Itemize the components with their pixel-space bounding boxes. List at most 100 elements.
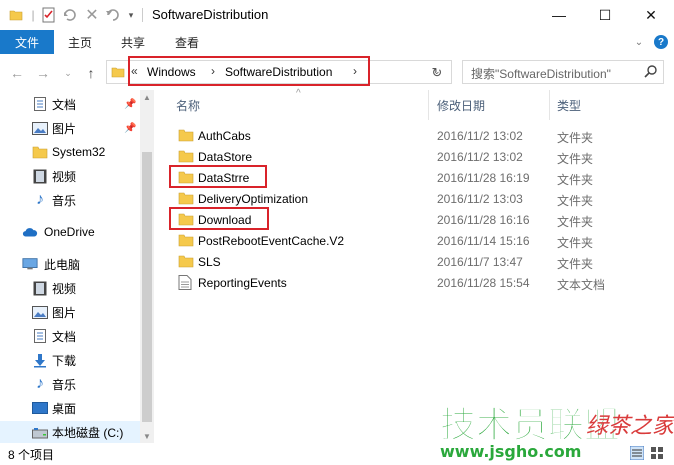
search-icon[interactable] [643,64,659,80]
nav-item-desktop[interactable]: 桌面 [0,397,140,419]
folder-icon [178,149,194,163]
tab-home[interactable]: 主页 [68,30,92,54]
breadcrumb-overflow[interactable]: « [131,64,138,78]
ribbon-expand-icon[interactable]: ⌄ [632,35,646,49]
properties-icon[interactable] [40,6,58,24]
search-box[interactable]: 搜索"SoftwareDistribution" [462,60,664,84]
download-icon [32,352,48,368]
sort-ascending-icon: ^ [296,88,301,99]
item-count: 8 个项目 [8,448,55,462]
breadcrumb-windows[interactable]: Windows [147,65,196,79]
nav-item-downloads[interactable]: 下载 [0,349,140,371]
file-date: 2016/11/28 16:19 [437,171,530,185]
address-folder-icon [111,65,125,79]
breadcrumb-chevron-end[interactable]: › [353,64,357,78]
file-row[interactable]: PostRebootEventCache.V2 2016/11/14 15:16… [168,230,674,251]
column-header-type[interactable]: 类型 [557,90,637,120]
file-row[interactable]: DataStore 2016/11/2 13:02 文件夹 [168,146,674,167]
column-divider[interactable] [549,90,550,120]
title-separator [142,8,143,22]
navigation-bar: ← → ⌄ ↑ « Windows › SoftwareDistribution… [0,54,674,90]
file-row[interactable]: DataStrre 2016/11/28 16:19 文件夹 [168,167,674,188]
nav-item-local-disk-c[interactable]: 本地磁盘 (C:) [0,421,140,443]
nav-item-this-pc[interactable]: 此电脑 [0,253,140,275]
back-arrow-icon[interactable]: ← [8,64,26,82]
undo-check-icon[interactable] [62,6,80,24]
breadcrumb-chevron[interactable]: › [211,64,215,78]
file-name: DataStore [198,150,253,164]
folder-icon [178,233,194,247]
scroll-up-icon[interactable]: ▲ [140,90,154,104]
video-icon [32,280,48,296]
document-icon [32,96,48,112]
pictures-icon [32,120,48,136]
file-name: AuthCabs [198,129,251,143]
file-row[interactable]: AuthCabs 2016/11/2 13:02 文件夹 [168,125,674,146]
file-name: SLS [198,255,221,269]
file-type: 文件夹 [557,257,594,271]
up-arrow-icon[interactable]: ↑ [82,64,100,82]
column-divider[interactable] [428,90,429,120]
file-row[interactable]: Download 2016/11/28 16:16 文件夹 [168,209,674,230]
computer-icon [22,256,38,272]
tab-view[interactable]: 查看 [175,30,199,54]
watermark-red-text: 绿茶之家 [586,414,674,439]
file-date: 2016/11/28 16:16 [437,213,530,227]
video-icon [32,168,48,184]
folder-icon [178,254,194,268]
folder-icon [32,144,48,160]
nav-item-video[interactable]: 视频 [0,277,140,299]
file-type: 文件夹 [557,194,594,208]
nav-item-pictures-quick[interactable]: 图片 📌 [0,117,140,139]
refresh-icon[interactable]: ↻ [428,65,446,80]
nav-item-music[interactable]: ♪ 音乐 [0,373,140,395]
tab-share[interactable]: 共享 [121,30,145,54]
file-list: 名称 ^ 修改日期 类型 AuthCabs 2016/11/2 13:02 文件… [154,88,674,443]
nav-item-documents-quick[interactable]: 文档 📌 [0,93,140,115]
folder-icon [178,170,194,184]
cloud-icon [22,224,38,240]
file-date: 2016/11/2 13:03 [437,192,523,206]
nav-item-system32[interactable]: System32 [0,141,140,163]
address-bar[interactable]: « Windows › SoftwareDistribution › ⌄ [106,60,452,84]
recent-locations-icon[interactable]: ⌄ [62,64,74,82]
navigation-pane: 文档 📌 图片 📌 System32 视频 ♪ 音乐 OneDrive 此电脑 [0,90,154,443]
file-row[interactable]: ReportingEvents 2016/11/28 15:54 文本文档 [168,272,674,293]
maximize-button[interactable]: ☐ [582,0,628,30]
search-input[interactable]: 搜索"SoftwareDistribution" [471,65,611,82]
file-date: 2016/11/2 13:02 [437,150,523,164]
watermark-url: www.jsgho.com [440,442,582,461]
nav-scroll-thumb[interactable] [142,152,152,422]
file-name: Download [198,213,252,227]
nav-item-music-quick[interactable]: ♪ 音乐 [0,189,140,211]
file-name: DeliveryOptimization [198,192,309,206]
folder-icon [178,212,194,226]
tab-file[interactable]: 文件 [0,30,54,54]
file-date: 2016/11/14 15:16 [437,234,530,248]
pin-icon[interactable]: 📌 [124,123,136,134]
file-row[interactable]: DeliveryOptimization 2016/11/2 13:03 文件夹 [168,188,674,209]
scroll-down-icon[interactable]: ▼ [140,429,154,443]
close-button[interactable]: ✕ [628,0,674,30]
music-icon: ♪ [36,375,44,392]
nav-item-documents[interactable]: 文档 [0,325,140,347]
customize-toolbar-icon[interactable]: ▾ [126,6,136,24]
forward-arrow-icon[interactable]: → [34,64,52,82]
file-type: 文件夹 [557,152,594,166]
file-date: 2016/11/7 13:47 [437,255,523,269]
pin-icon[interactable]: 📌 [124,99,136,110]
nav-scrollbar[interactable]: ▲ ▼ [140,90,154,443]
nav-item-onedrive[interactable]: OneDrive [0,221,140,243]
file-row[interactable]: SLS 2016/11/7 13:47 文件夹 [168,251,674,272]
window-title: SoftwareDistribution [152,7,269,22]
nav-item-video-quick[interactable]: 视频 [0,165,140,187]
column-header-date[interactable]: 修改日期 [437,90,547,120]
file-date: 2016/11/2 13:02 [437,129,523,143]
nav-item-pictures[interactable]: 图片 [0,301,140,323]
redo-icon[interactable] [104,6,122,24]
column-header-name[interactable]: 名称 [176,90,426,120]
breadcrumb-softwaredistribution[interactable]: SoftwareDistribution [225,65,332,79]
delete-icon[interactable]: ✕ [84,6,100,24]
minimize-button[interactable]: — [536,0,582,30]
help-icon[interactable]: ? [654,35,668,49]
